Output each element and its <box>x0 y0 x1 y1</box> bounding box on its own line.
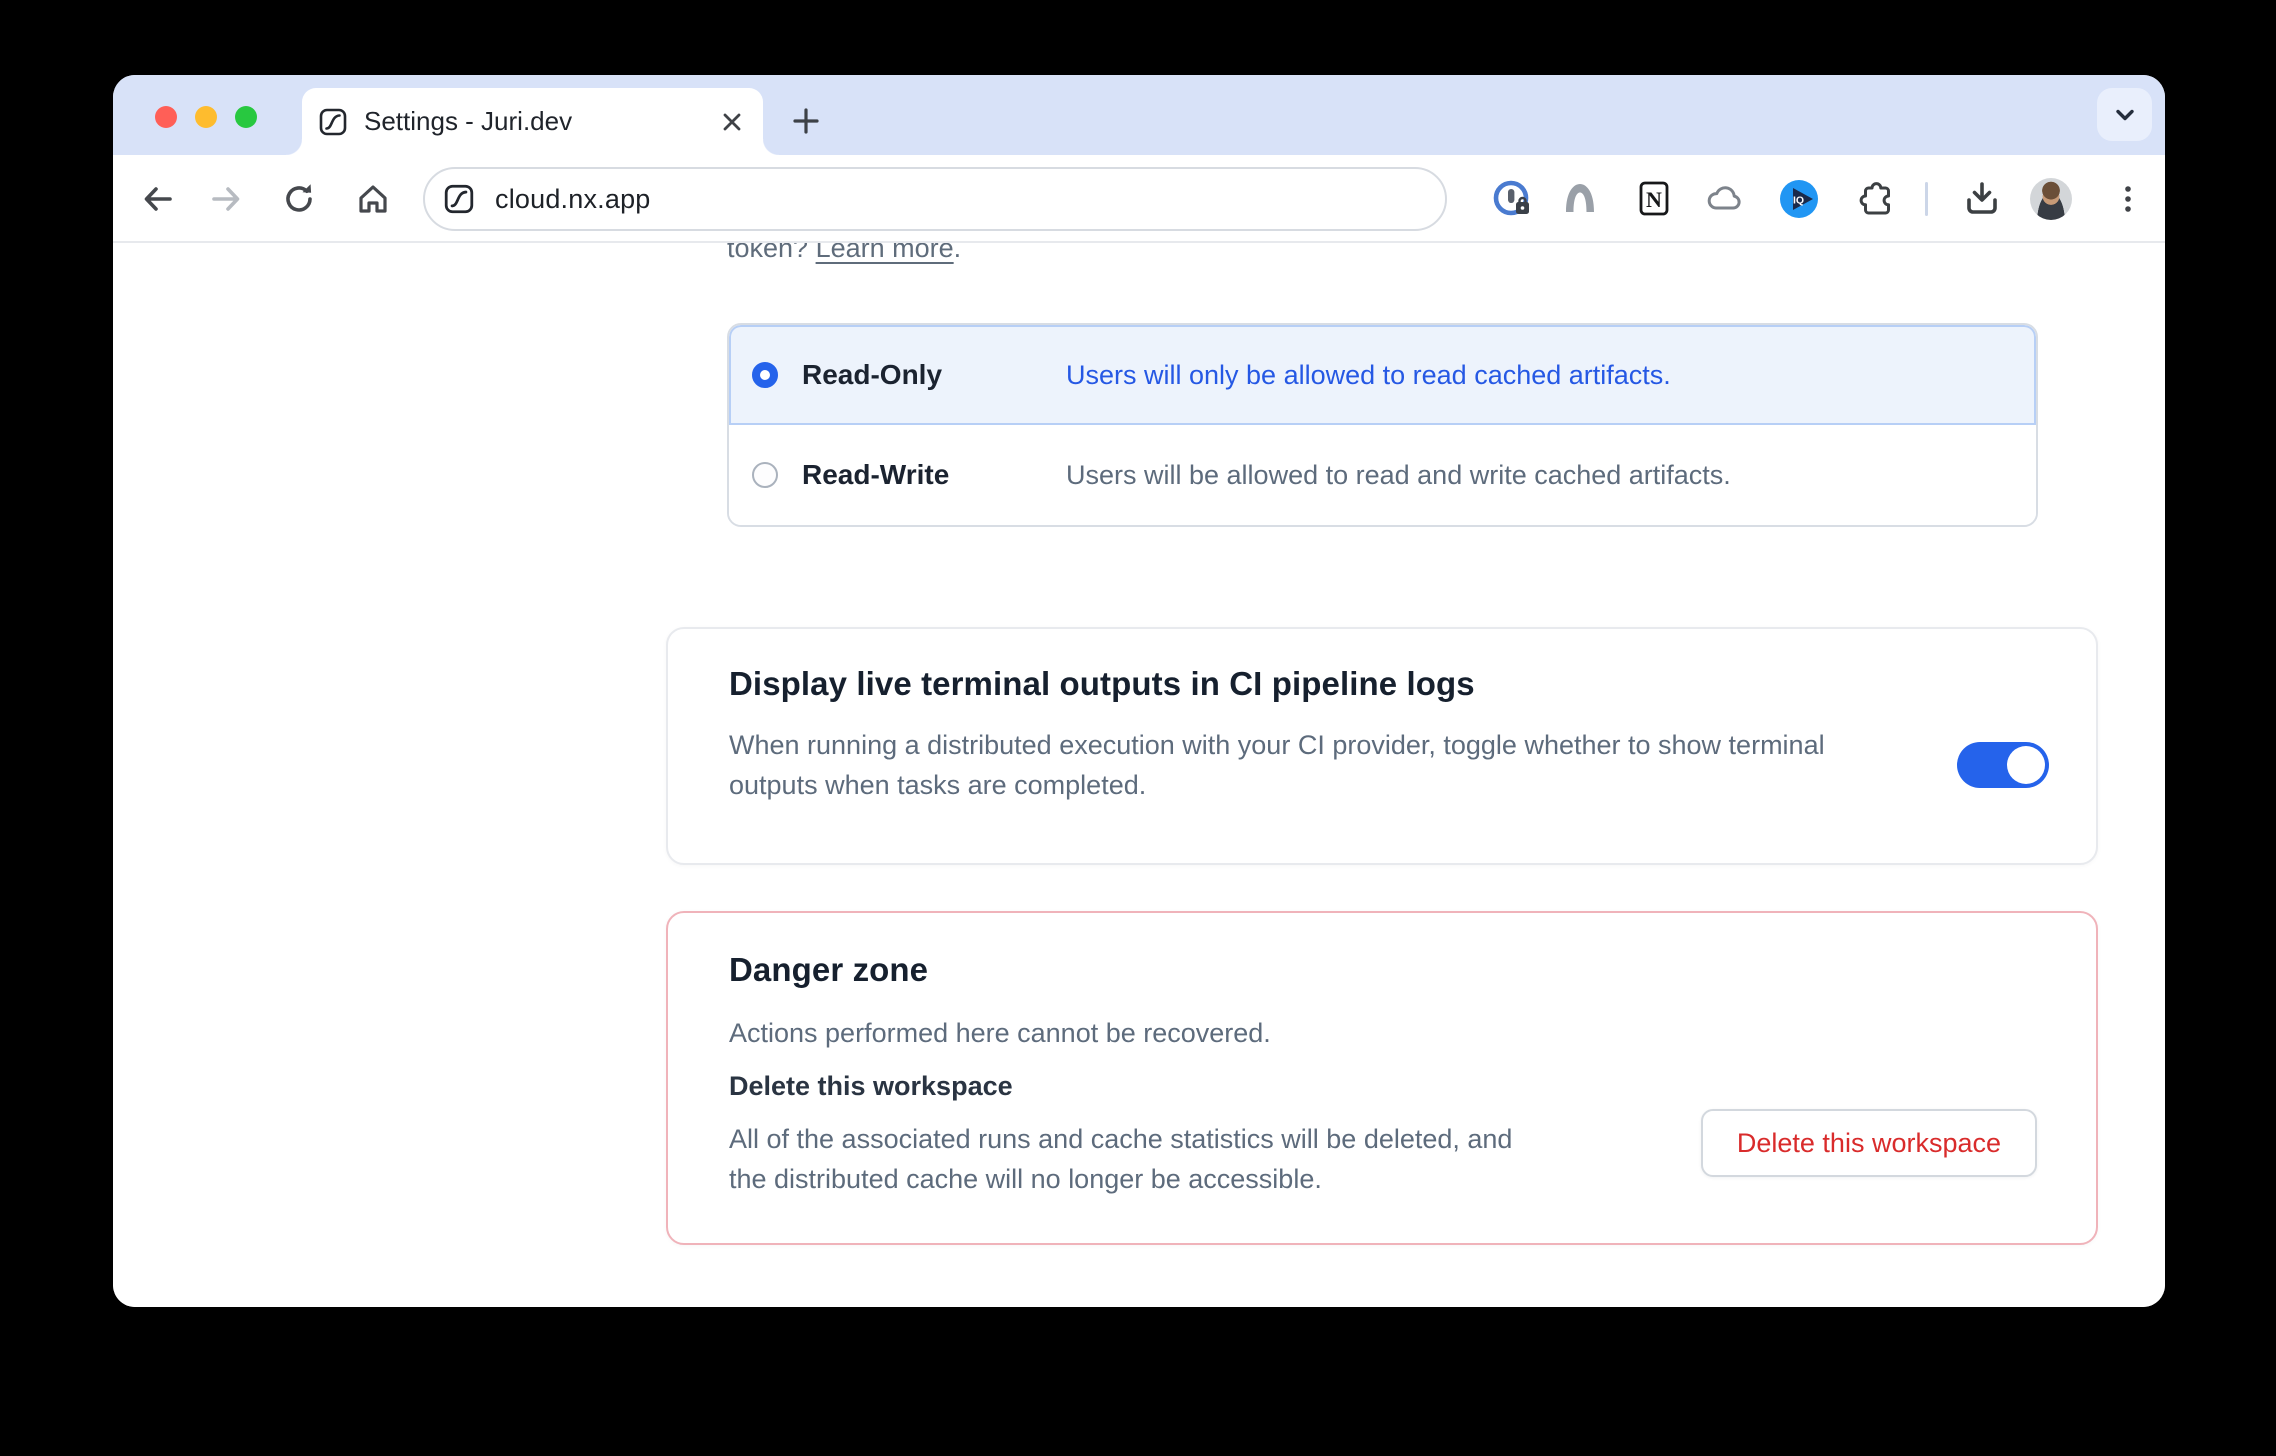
reload-button[interactable] <box>277 177 321 221</box>
danger-zone-title: Danger zone <box>729 951 928 989</box>
learn-more-link[interactable]: Learn more <box>816 243 954 263</box>
terminal-outputs-card: Display live terminal outputs in CI pipe… <box>666 627 2098 865</box>
home-button[interactable] <box>351 177 395 221</box>
extension-cloud[interactable] <box>1703 177 1747 221</box>
chevron-down-icon <box>2111 101 2139 129</box>
browser-toolbar: cloud.nx.app N <box>113 155 2165 243</box>
tab-title: Settings - Juri.dev <box>364 106 707 137</box>
token-help-text: token? Learn more. <box>727 243 961 264</box>
forward-button[interactable] <box>205 177 249 221</box>
extension-arch[interactable] <box>1558 177 1602 221</box>
read-write-option-row[interactable]: Read-Write Users will be allowed to read… <box>729 425 2036 525</box>
delete-workspace-heading: Delete this workspace <box>729 1071 1013 1102</box>
access-level-radio-group: Read-Only Users will only be allowed to … <box>727 323 2038 527</box>
back-button[interactable] <box>135 177 179 221</box>
back-arrow-icon <box>137 179 177 219</box>
page-content: token? Learn more. Read-Only Users will … <box>113 243 2165 1307</box>
profile-avatar[interactable] <box>2030 178 2072 220</box>
1password-icon <box>1491 178 1533 220</box>
puzzle-icon <box>1857 179 1897 219</box>
svg-text:N: N <box>1646 187 1662 212</box>
delete-description-line2: the distributed cache will no longer be … <box>729 1159 1629 1199</box>
url-text: cloud.nx.app <box>495 184 651 215</box>
extension-iq-player[interactable]: IQ <box>1777 177 1821 221</box>
cloud-icon <box>1705 179 1745 219</box>
browser-menu-button[interactable] <box>2106 177 2150 221</box>
read-only-radio[interactable] <box>752 362 778 388</box>
zoom-window-button[interactable] <box>235 106 257 128</box>
svg-text:IQ: IQ <box>1793 195 1804 207</box>
kebab-menu-icon <box>2108 179 2148 219</box>
read-write-radio[interactable] <box>752 462 778 488</box>
read-only-option-row[interactable]: Read-Only Users will only be allowed to … <box>729 325 2036 425</box>
terminal-description-line1: When running a distributed execution wit… <box>729 725 1949 765</box>
downloads-button[interactable] <box>1960 177 2004 221</box>
terminal-card-title: Display live terminal outputs in CI pipe… <box>729 665 1475 703</box>
extensions-menu-button[interactable] <box>1855 177 1899 221</box>
danger-zone-subtitle: Actions performed here cannot be recover… <box>729 1013 1271 1053</box>
reload-icon <box>279 179 319 219</box>
delete-workspace-button[interactable]: Delete this workspace <box>1701 1109 2037 1177</box>
terminal-description-line2: outputs when tasks are completed. <box>729 765 1949 805</box>
extension-notion[interactable]: N <box>1632 177 1676 221</box>
read-write-description: Users will be allowed to read and write … <box>1066 460 1731 491</box>
site-nx-icon <box>443 183 475 215</box>
danger-zone-card: Danger zone Actions performed here canno… <box>666 911 2098 1245</box>
delete-workspace-description: All of the associated runs and cache sta… <box>729 1119 1629 1199</box>
token-text-prefix: token? <box>727 243 816 263</box>
minimize-window-button[interactable] <box>195 106 217 128</box>
new-tab-button[interactable] <box>786 101 826 141</box>
nx-cloud-favicon <box>318 107 348 137</box>
address-bar[interactable]: cloud.nx.app <box>423 167 1447 231</box>
terminal-outputs-toggle[interactable] <box>1957 742 2049 788</box>
forward-arrow-icon <box>207 179 247 219</box>
read-only-label: Read-Only <box>802 359 942 391</box>
tab-strip: Settings - Juri.dev <box>113 75 2165 155</box>
tab-search-chevron-button[interactable] <box>2097 88 2152 141</box>
browser-window: Settings - Juri.dev <box>113 75 2165 1307</box>
toolbar-separator <box>1925 182 1928 216</box>
window-controls <box>155 106 257 128</box>
arch-icon <box>1560 179 1600 219</box>
iq-play-icon: IQ <box>1779 179 1819 219</box>
active-tab[interactable]: Settings - Juri.dev <box>302 88 763 155</box>
toggle-knob <box>2007 746 2045 784</box>
tab-close-icon[interactable] <box>715 105 749 139</box>
delete-description-line1: All of the associated runs and cache sta… <box>729 1119 1629 1159</box>
notion-icon: N <box>1634 179 1674 219</box>
read-write-label: Read-Write <box>802 459 949 491</box>
terminal-card-description: When running a distributed execution wit… <box>729 725 1949 805</box>
read-only-description: Users will only be allowed to read cache… <box>1066 360 1671 391</box>
token-text-suffix: . <box>954 243 962 263</box>
home-icon <box>353 179 393 219</box>
close-window-button[interactable] <box>155 106 177 128</box>
download-icon <box>1961 178 2003 220</box>
extension-1password[interactable] <box>1490 177 1534 221</box>
